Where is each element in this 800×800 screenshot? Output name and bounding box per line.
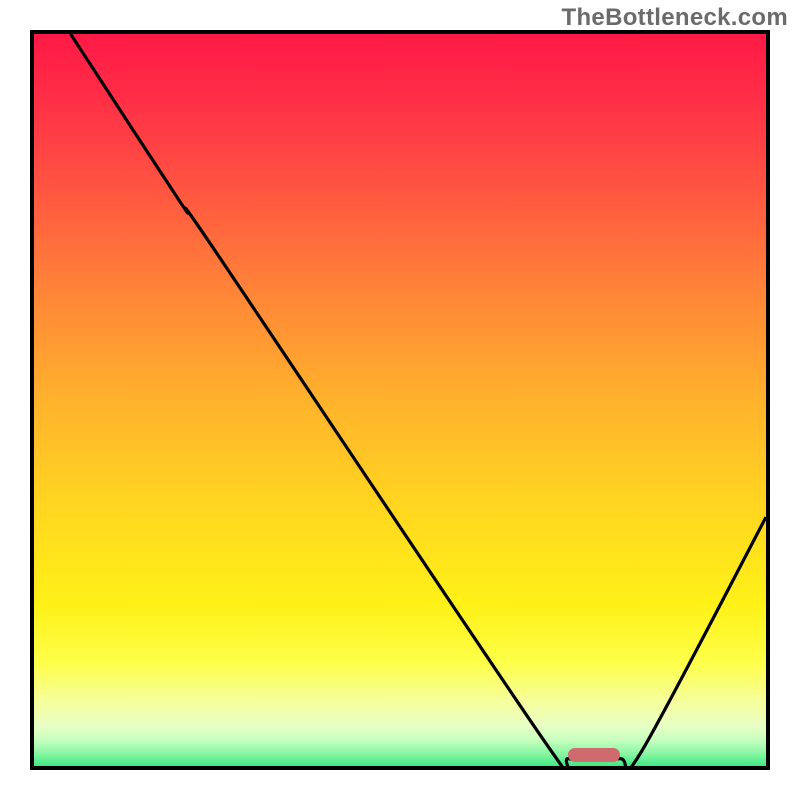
- chart-container: TheBottleneck.com: [0, 0, 800, 800]
- plot-area: [30, 30, 770, 770]
- bottleneck-curve: [34, 34, 766, 766]
- optimal-marker: [568, 748, 619, 762]
- watermark-text: TheBottleneck.com: [562, 4, 788, 32]
